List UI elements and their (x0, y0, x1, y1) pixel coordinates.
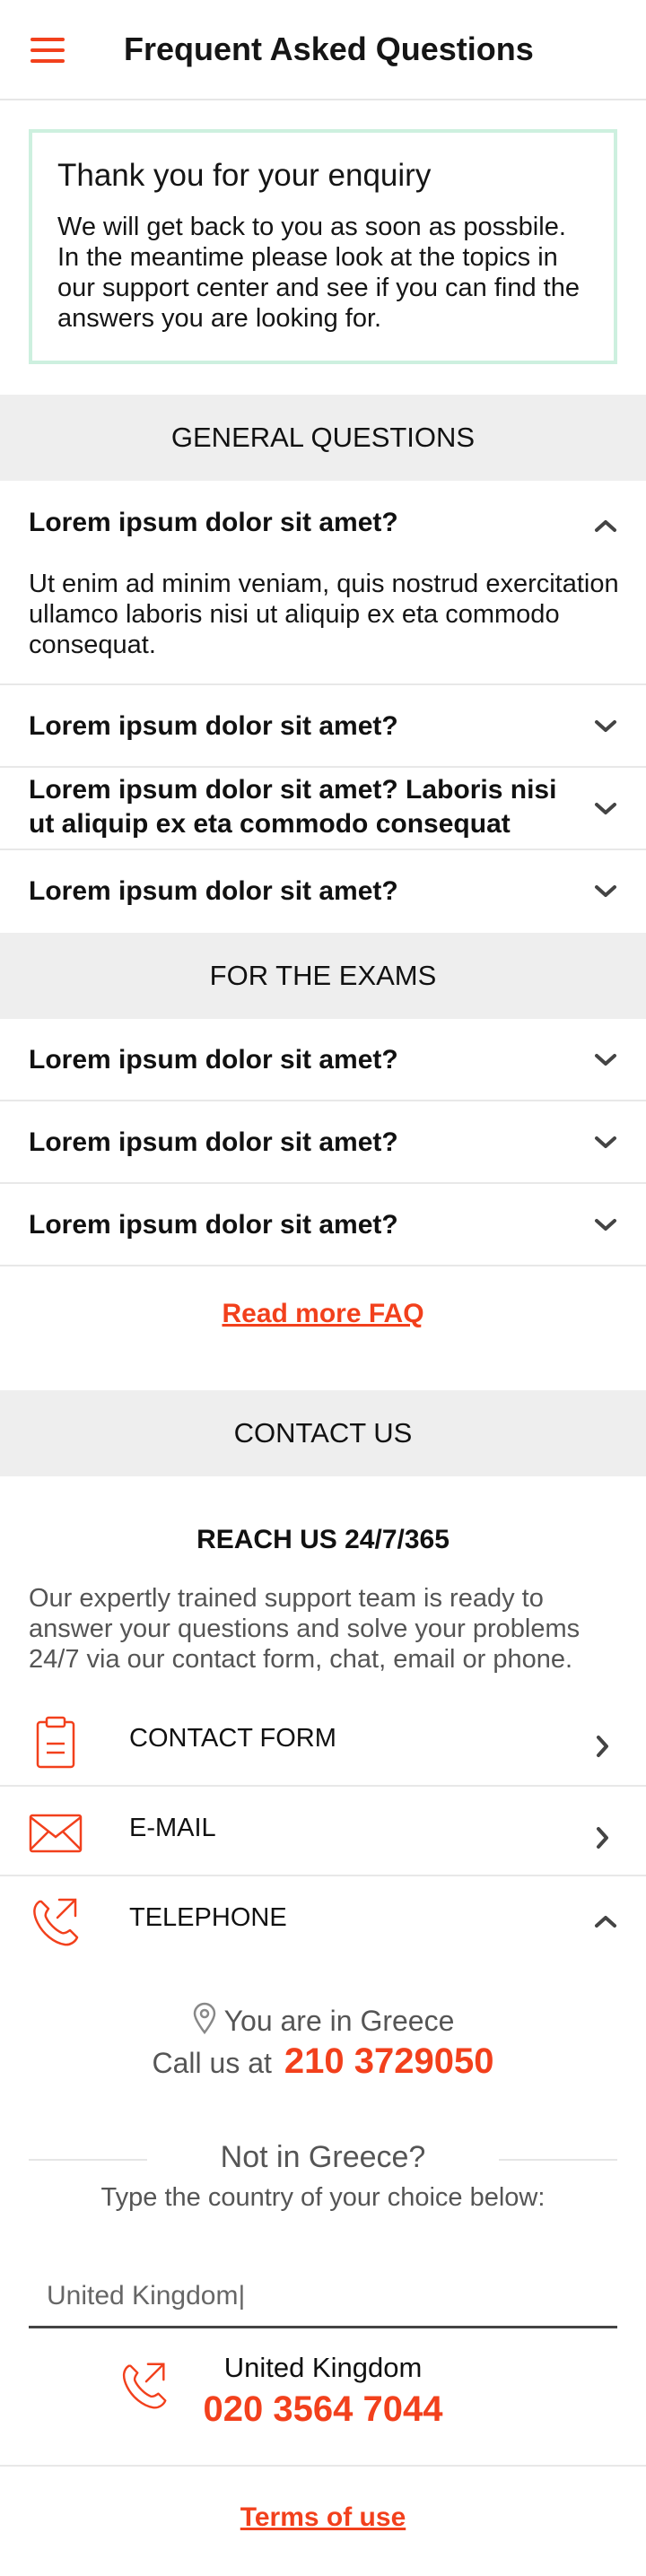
phone-icon (117, 2357, 172, 2413)
contact-option-label: E-MAIL (129, 1814, 216, 1842)
call-prefix: Call us at (152, 2047, 272, 2079)
faq-item[interactable]: Lorem ipsum dolor sit amet? (0, 685, 646, 768)
faq-answer: Ut enim ad minim veniam, quis nostrud ex… (29, 570, 619, 659)
enquiry-text: We will get back to you as soon as possb… (57, 213, 580, 333)
location-line: You are in Greece (0, 2002, 646, 2041)
faq-question: Lorem ipsum dolor sit amet? Laboris nisi… (29, 775, 557, 839)
faq-item[interactable]: Lorem ipsum dolor sit amet? (0, 1019, 646, 1101)
faq-question: Lorem ipsum dolor sit amet? (29, 876, 398, 906)
contact-form-row[interactable]: CONTACT FORM (0, 1697, 646, 1787)
terms-of-use-link[interactable]: Terms of use (0, 2502, 646, 2533)
chevron-down-icon[interactable] (594, 802, 617, 816)
faq-item[interactable]: Lorem ipsum dolor sit amet? (0, 1184, 646, 1266)
chevron-up-icon[interactable] (594, 518, 617, 533)
email-row[interactable]: E-MAIL (0, 1787, 646, 1876)
section-heading-general: GENERAL QUESTIONS (0, 395, 646, 481)
faq-question: Lorem ipsum dolor sit amet? (29, 1045, 398, 1075)
enquiry-title: Thank you for your enquiry (57, 158, 432, 193)
type-country-instruction: Type the country of your choice below: (100, 2183, 546, 2212)
contact-option-label: TELEPHONE (129, 1903, 287, 1932)
divider (0, 2465, 646, 2467)
chevron-up-icon[interactable] (594, 1914, 617, 1928)
location-pin-icon (192, 2002, 217, 2041)
faq-item[interactable]: Lorem ipsum dolor sit amet? Ut enim ad m… (0, 481, 646, 685)
enquiry-box: Thank you for your enquiry We will get b… (29, 129, 617, 364)
country-input[interactable] (29, 2266, 617, 2328)
page-title: Frequent Asked Questions (124, 30, 534, 67)
app-header: Frequent Asked Questions (0, 0, 646, 100)
not-in-country-heading: Not in Greece? (220, 2140, 426, 2174)
chevron-down-icon[interactable] (594, 1136, 617, 1150)
section-heading-contact: CONTACT US (0, 1390, 646, 1476)
faq-item[interactable]: Lorem ipsum dolor sit amet? Laboris nisi… (0, 768, 646, 850)
faq-page: Frequent Asked Questions Thank you for y… (0, 0, 646, 2576)
chevron-down-icon[interactable] (594, 1218, 617, 1232)
phone-icon (29, 1893, 83, 1950)
faq-question: Lorem ipsum dolor sit amet? (29, 711, 398, 741)
call-line: Call us at 210 3729050 (0, 2041, 646, 2082)
read-more-faq-link[interactable]: Read more FAQ (0, 1299, 646, 1329)
location-text: You are in Greece (223, 2005, 455, 2037)
envelope-icon (29, 1805, 83, 1862)
contact-option-label: CONTACT FORM (129, 1724, 336, 1753)
faq-item[interactable]: Lorem ipsum dolor sit amet? (0, 1101, 646, 1184)
reach-title: REACH US 24/7/365 (196, 1525, 450, 1554)
section-heading-exams: FOR THE EXAMS (0, 933, 646, 1019)
chevron-down-icon[interactable] (594, 719, 617, 734)
reach-text: Our expertly trained support team is rea… (29, 1584, 581, 1674)
phone-number-link[interactable]: 210 3729050 (284, 2041, 494, 2081)
faq-question: Lorem ipsum dolor sit amet? (29, 508, 398, 537)
hamburger-menu-icon[interactable] (27, 34, 68, 66)
faq-question: Lorem ipsum dolor sit amet? (29, 1210, 398, 1240)
clipboard-icon (29, 1713, 83, 1771)
faq-item[interactable]: Lorem ipsum dolor sit amet? (0, 850, 646, 933)
result-phone-link[interactable]: 020 3564 7044 (179, 2389, 467, 2430)
chevron-right-icon[interactable] (596, 1735, 610, 1758)
result-country: United Kingdom (223, 2352, 423, 2383)
chevron-down-icon[interactable] (594, 1053, 617, 1067)
telephone-row[interactable]: TELEPHONE (0, 1876, 646, 1966)
faq-question: Lorem ipsum dolor sit amet? (29, 1127, 398, 1157)
chevron-down-icon[interactable] (594, 884, 617, 899)
chevron-right-icon[interactable] (596, 1826, 610, 1849)
